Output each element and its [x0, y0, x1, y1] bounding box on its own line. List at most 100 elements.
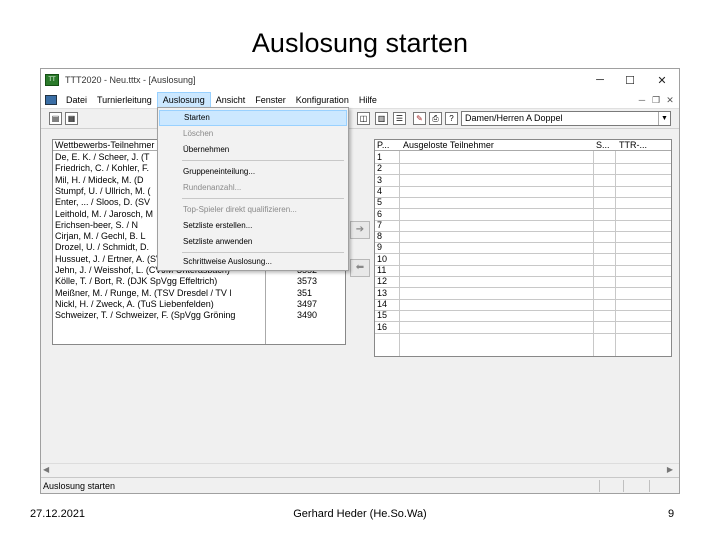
- app-icon: TT: [45, 74, 59, 86]
- menu-item-schrittweise-auslosung[interactable]: Schrittweise Auslosung...: [159, 254, 347, 270]
- row-divider: [375, 219, 671, 221]
- menu-fenster[interactable]: Fenster: [250, 92, 291, 108]
- participant-name: Kölle, T. / Bort, R. (DJK SpVgg Effeltri…: [55, 276, 218, 287]
- menu-separator: [182, 252, 344, 253]
- row-divider: [375, 163, 671, 164]
- table-row[interactable]: 15: [375, 310, 671, 321]
- menu-ansicht[interactable]: Ansicht: [211, 92, 251, 108]
- position-number: 2: [377, 163, 383, 174]
- menu-item-top-spieler: Top-Spieler direkt qualifizieren...: [183, 205, 297, 214]
- position-number: 7: [377, 219, 383, 230]
- position-number: 15: [377, 310, 388, 321]
- page-number: 9: [668, 508, 675, 520]
- table-row[interactable]: 1: [375, 152, 671, 163]
- status-pane: [599, 480, 600, 492]
- expand-icon[interactable]: ◫: [357, 112, 370, 125]
- mdi-child-icon[interactable]: [45, 94, 57, 105]
- horizontal-scrollbar[interactable]: ◀ ▶: [41, 463, 679, 476]
- table-row[interactable]: Schweizer, T. / Schweizer, F. (SpVgg Grö…: [53, 310, 345, 321]
- menu-item-gruppeneinteilung[interactable]: Gruppeneinteilung...: [159, 164, 347, 180]
- position-number: 11: [377, 265, 387, 275]
- status-pane: [649, 480, 650, 492]
- position-column-header: P...: [377, 140, 390, 150]
- row-divider: [375, 196, 671, 198]
- row-divider: [375, 185, 671, 187]
- participant-ttr: 351: [297, 287, 313, 298]
- row-divider: [375, 230, 671, 232]
- competition-select-value: Damen/Herren A Doppel: [465, 113, 563, 123]
- chevron-down-icon[interactable]: ▼: [658, 112, 670, 125]
- position-number: 3: [377, 174, 383, 185]
- close-button[interactable]: ✕: [647, 69, 677, 91]
- position-number: 4: [377, 185, 383, 196]
- status-pane: [623, 480, 624, 492]
- position-number: 1: [377, 152, 383, 162]
- participant-name: Nickl, H. / Zweck, A. (TuS Liebenfelden): [55, 298, 214, 309]
- table-row[interactable]: 8: [375, 231, 671, 242]
- list-icon[interactable]: ☰: [393, 112, 406, 125]
- menu-item-uebernehmen[interactable]: Übernehmen: [159, 142, 347, 158]
- help-icon[interactable]: ?: [445, 112, 458, 125]
- table-row[interactable]: 6: [375, 209, 671, 220]
- scroll-right-icon[interactable]: ▶: [667, 465, 673, 474]
- table-row[interactable]: 14: [375, 299, 671, 310]
- position-number: 9: [377, 242, 383, 253]
- table-row[interactable]: Kölle, T. / Bort, R. (DJK SpVgg Effeltri…: [53, 276, 345, 287]
- columns-icon[interactable]: ▥: [375, 112, 388, 125]
- table-row[interactable]: 11: [375, 265, 671, 276]
- participant-ttr: 3497: [297, 298, 318, 309]
- mdi-close-button[interactable]: ✕: [663, 93, 677, 107]
- menu-turnierleitung[interactable]: Turnierleitung: [92, 92, 157, 108]
- scroll-left-icon[interactable]: ◀: [43, 465, 49, 474]
- menu-auslosung[interactable]: Auslosung: [156, 91, 211, 108]
- position-number: 5: [377, 197, 383, 208]
- menu-item-setzliste-anwenden[interactable]: Setzliste anwenden: [159, 234, 347, 250]
- menu-separator: [182, 198, 344, 199]
- menu-konfiguration[interactable]: Konfiguration: [291, 92, 354, 108]
- table-row[interactable]: 4: [375, 186, 671, 197]
- table-row[interactable]: 3: [375, 175, 671, 186]
- table-row[interactable]: Meißner, M. / Runge, M. (TSV Dresdel / T…: [53, 288, 345, 299]
- mdi-minimize-button[interactable]: ─: [635, 93, 649, 107]
- drawn-participants-column-header: Ausgeloste Teilnehmer: [403, 140, 494, 150]
- table-row[interactable]: 13: [375, 288, 671, 299]
- title-bar: TT TTT2020 - Neu.tttx - [Auslosung] ─ ☐ …: [41, 69, 679, 91]
- toolbar: ▤ ▦ ◫ ▥ ☰ ✎ ⎙ ? Damen/Herren A Doppel ▼: [41, 109, 679, 129]
- ttr-column-header: TTR-...: [619, 140, 647, 150]
- move-right-button[interactable]: ➔: [350, 221, 370, 239]
- row-divider: [375, 287, 671, 289]
- menu-item-rundenanzahl: Rundenanzahl...: [183, 183, 242, 192]
- menu-datei[interactable]: Datei: [61, 92, 92, 108]
- competition-select[interactable]: Damen/Herren A Doppel ▼: [461, 111, 671, 126]
- drawn-table-header[interactable]: P... Ausgeloste Teilnehmer S... TTR-...: [375, 140, 671, 152]
- participant-name: Schweizer, T. / Schweizer, F. (SpVgg Grö…: [55, 310, 236, 321]
- mdi-restore-button[interactable]: ❐: [649, 93, 663, 107]
- table-row[interactable]: 10: [375, 254, 671, 265]
- window-title: TTT2020 - Neu.tttx - [Auslosung]: [65, 75, 196, 85]
- minimize-button[interactable]: ─: [585, 69, 615, 91]
- move-left-button[interactable]: ⬅: [350, 259, 370, 277]
- menu-item-loeschen: Löschen: [183, 129, 214, 138]
- menu-hilfe[interactable]: Hilfe: [354, 92, 382, 108]
- maximize-button[interactable]: ☐: [615, 69, 645, 91]
- seed-column-header: S...: [596, 140, 610, 150]
- drawn-participants-table[interactable]: P... Ausgeloste Teilnehmer S... TTR-... …: [374, 139, 672, 357]
- menu-item-starten[interactable]: Starten: [159, 110, 347, 126]
- position-number: 6: [377, 208, 383, 219]
- grid-icon[interactable]: ▦: [65, 112, 78, 125]
- table-row[interactable]: Nickl, H. / Zweck, A. (TuS Liebenfelden)…: [53, 299, 345, 310]
- position-number: 16: [377, 321, 388, 332]
- table-row[interactable]: 5: [375, 197, 671, 208]
- table-row[interactable]: 16: [375, 322, 671, 333]
- table-row[interactable]: 9: [375, 242, 671, 253]
- table-row[interactable]: 12: [375, 276, 671, 287]
- print-icon[interactable]: ⎙: [429, 112, 442, 125]
- position-number: 12: [377, 276, 388, 287]
- row-divider: [375, 298, 671, 300]
- table-row[interactable]: 7: [375, 220, 671, 231]
- edit-icon[interactable]: ✎: [413, 112, 426, 125]
- row-divider: [375, 309, 671, 311]
- save-icon[interactable]: ▤: [49, 112, 62, 125]
- table-row[interactable]: 2: [375, 163, 671, 174]
- menu-item-setzliste-erstellen[interactable]: Setzliste erstellen...: [159, 218, 347, 234]
